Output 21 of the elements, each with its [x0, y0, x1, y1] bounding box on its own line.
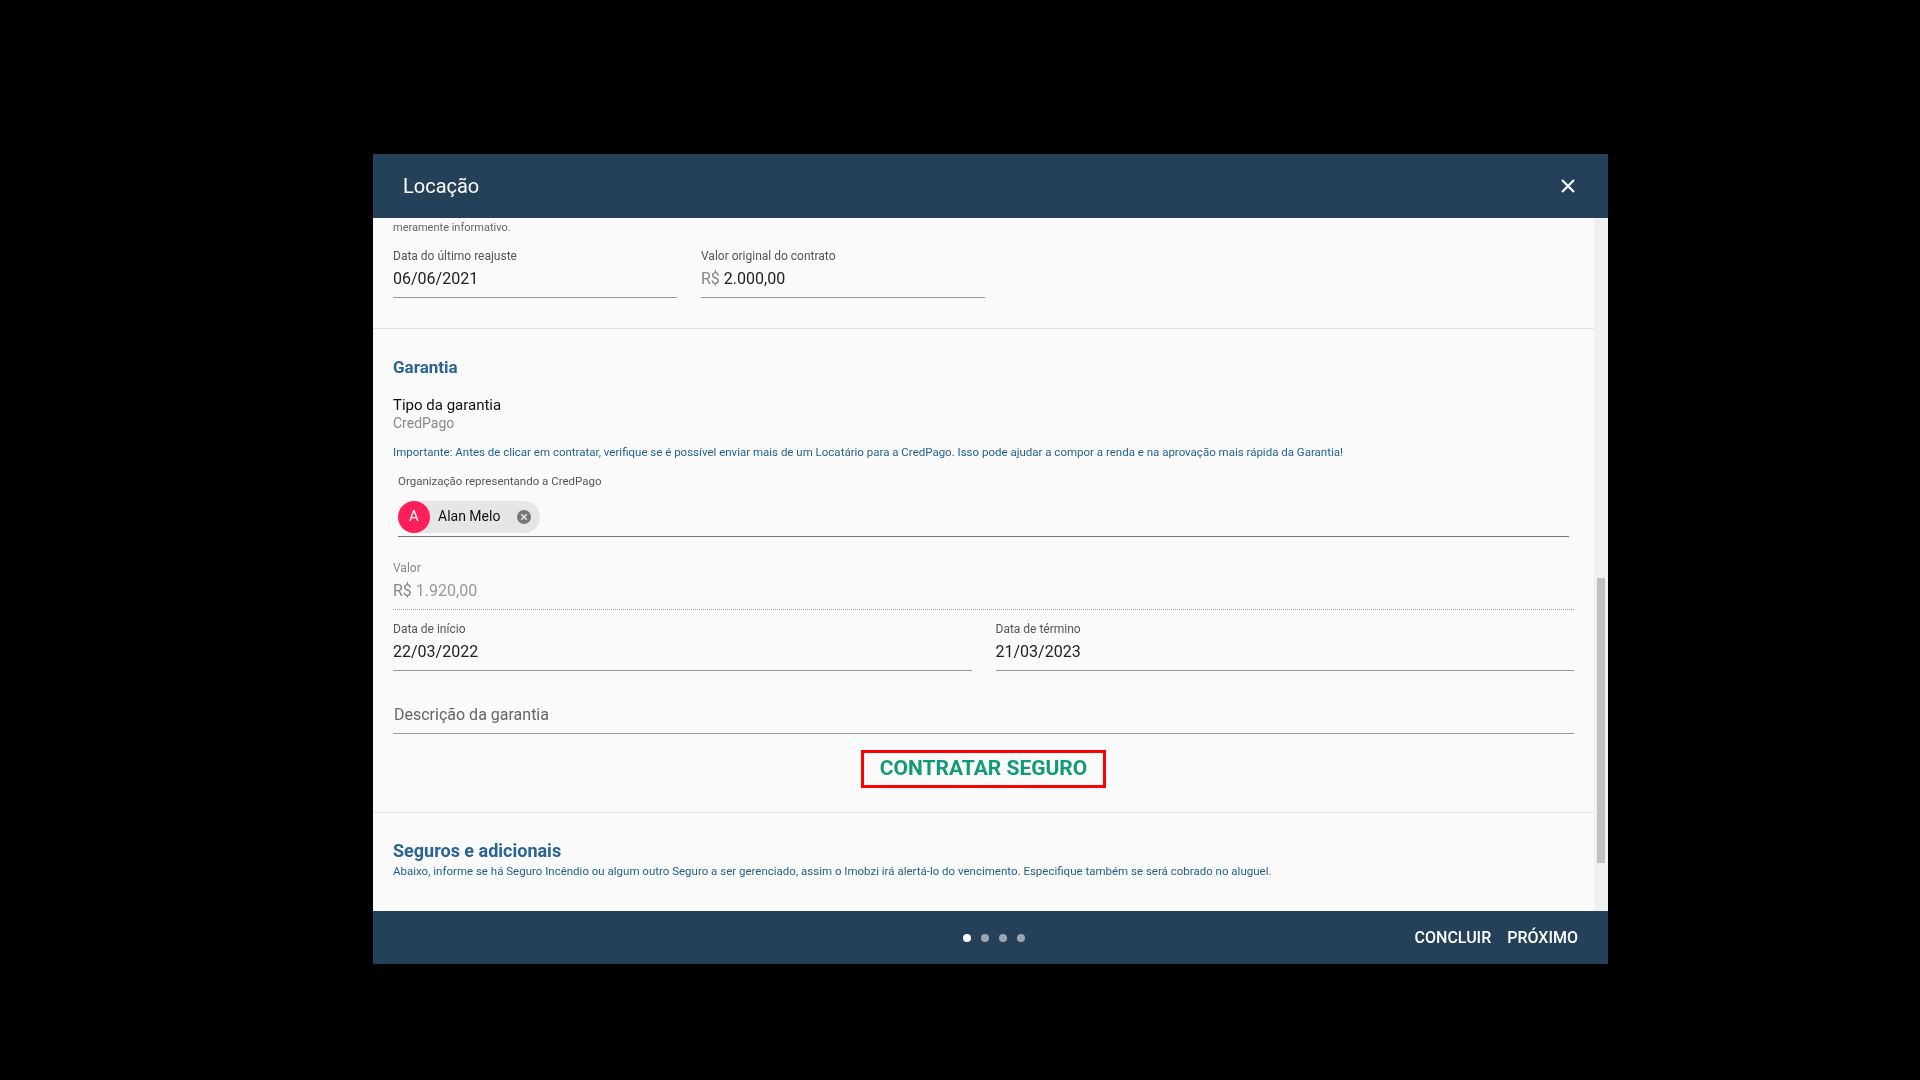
description-field[interactable]: Descrição da garantia	[393, 702, 1574, 727]
field-value: CredPago	[393, 414, 456, 432]
date-field[interactable]: Data de início 22/03/2022	[393, 619, 972, 671]
person-chip[interactable]: A Alan Melo	[398, 500, 541, 533]
footer-button[interactable]: CONCLUIR	[1414, 925, 1492, 950]
intro-text: meramente informativo.	[393, 220, 512, 236]
avatar: A	[398, 500, 430, 533]
scrollbar[interactable]	[1594, 218, 1608, 911]
date-field[interactable]: Data de término 21/03/2023	[995, 619, 1574, 671]
field-label: Tipo da garantia	[393, 396, 503, 414]
notice-text: Importante: Antes de clicar em contratar, verifique se é possível enviar mais de um Locatário para a CredPago. Isso pode ajudar a compor a renda e na aprovação mais rápida da Garantia!	[393, 444, 1344, 461]
text-field[interactable]: Data do último reajuste 06/06/2021	[393, 246, 677, 298]
window-title: Locação	[403, 173, 480, 200]
field-label: Organização representando a CredPago	[398, 473, 603, 491]
footer-button[interactable]: PRÓXIMO	[1507, 925, 1578, 950]
remove-icon[interactable]	[516, 508, 533, 525]
section-heading: Garantia	[393, 355, 459, 379]
chip-label: Alan Melo	[438, 507, 501, 526]
text-field[interactable]: Valor original do contrato R$ 2.000,00	[701, 246, 985, 298]
section-heading: Seguros e adicionais	[393, 840, 563, 861]
section-description: Abaixo, informe se há Seguro Incêndio ou algum outro Seguro a ser gerenciado, assim o Imobzi irá alertá-lo do vencimento. Especifique também se será cobrado no aluguel.	[393, 862, 1273, 880]
